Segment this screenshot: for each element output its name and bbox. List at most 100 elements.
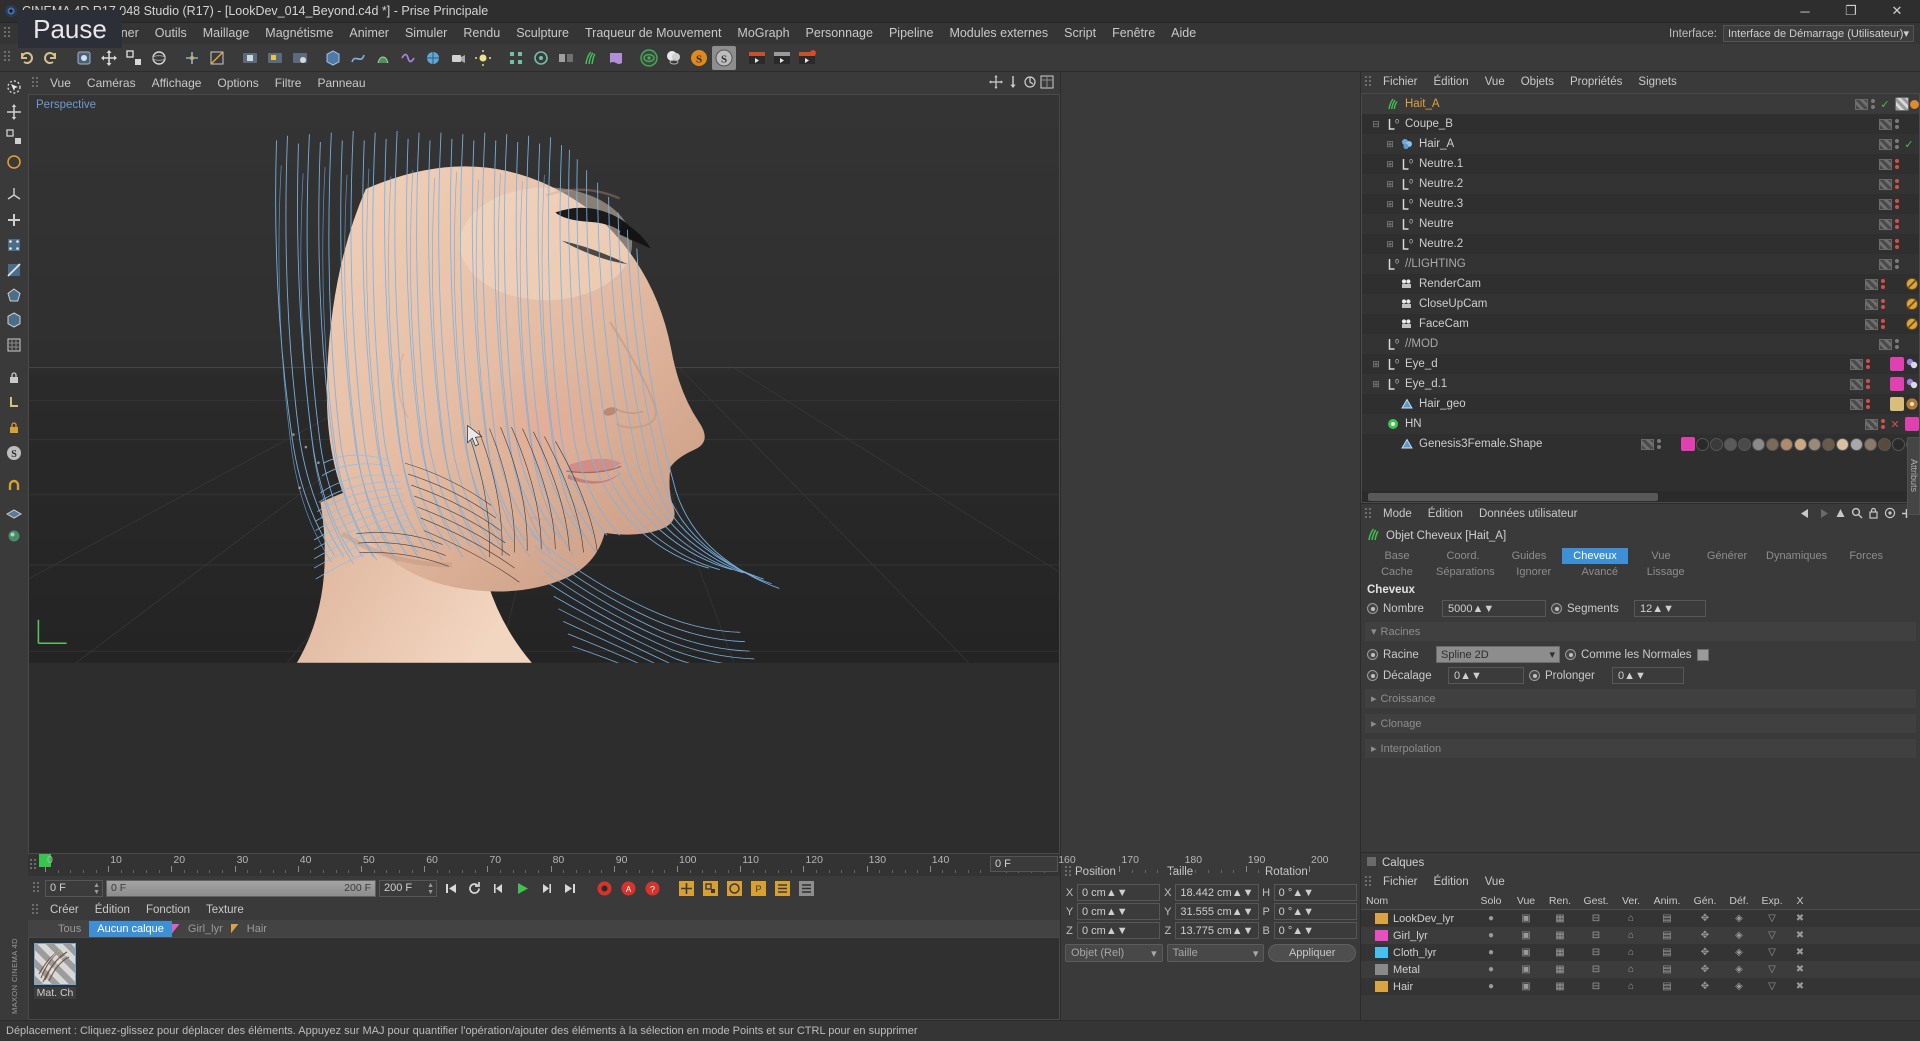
visibility-dot[interactable] (1895, 265, 1899, 269)
mograph-icon[interactable] (504, 46, 528, 70)
object-manager-hscrollbar[interactable] (1362, 491, 1919, 502)
layer-row[interactable]: Cloth_lyr●▣▦⊟⌂▤✥◈▽✖ (1361, 944, 1920, 961)
menu-item-sculpture[interactable]: Sculpture (508, 23, 577, 44)
material-tag[interactable] (1794, 438, 1807, 451)
layer-color-swatch[interactable] (1375, 964, 1388, 975)
attr-tab-cache[interactable]: Cache (1364, 564, 1430, 580)
loop-button[interactable] (464, 878, 485, 899)
material-tag[interactable] (1780, 438, 1793, 451)
om-menu-objets[interactable]: Objets (1513, 72, 1562, 93)
visibility-toggle[interactable] (1879, 339, 1892, 350)
size-y-input[interactable]: 31.555 cm▲▼ (1175, 903, 1258, 920)
size-z-input[interactable]: 13.775 cm▲▼ (1175, 922, 1258, 939)
timeline-range-slider[interactable]: 0 F 200 F (106, 880, 376, 897)
material-tab-aucun-calque[interactable]: Aucun calque (89, 921, 172, 937)
attr-menu-donnees-utilisateur[interactable]: Données utilisateur (1471, 504, 1585, 525)
timeline-track[interactable]: 0102030405060708090100110120130140150160… (39, 854, 1060, 876)
take-system-icon[interactable] (745, 46, 769, 70)
menu-item-animer[interactable]: Animer (341, 23, 397, 44)
rotation-key-button[interactable] (724, 878, 745, 899)
material-tag[interactable] (1752, 438, 1765, 451)
environment-icon[interactable] (421, 46, 445, 70)
record-keyframe-button[interactable] (594, 878, 615, 899)
spinner-icon[interactable]: ▲▼ (1106, 925, 1128, 937)
material-menu-fonction[interactable]: Fonction (138, 900, 198, 920)
select-live-icon[interactable] (72, 46, 96, 70)
spinner-icon[interactable]: ▲▼ (427, 882, 434, 896)
visibility-dots[interactable] (1868, 99, 1878, 109)
visibility-toggle[interactable] (1879, 139, 1892, 150)
om-menu-edition[interactable]: Édition (1426, 72, 1477, 93)
coordinate-size-dropdown[interactable]: Taille ▾ (1167, 944, 1265, 962)
menu-item-aide[interactable]: Aide (1163, 23, 1204, 44)
visibility-toggle[interactable] (1879, 219, 1892, 230)
visibility-dot[interactable] (1871, 99, 1875, 103)
minimize-button[interactable]: ─ (1782, 0, 1828, 23)
nav-back-icon[interactable] (1799, 508, 1812, 522)
take-add-icon[interactable] (770, 46, 794, 70)
spinner-icon[interactable]: ▲▼ (1106, 906, 1128, 918)
layer-toggle-anim[interactable]: ▤ (1647, 964, 1687, 975)
layer-grip-icon[interactable] (1361, 872, 1375, 893)
object-list[interactable]: Hait_A✓⊟0Coupe_B⊞Hair_A✓⊞0Neutre.1⊞0Neut… (1362, 94, 1919, 491)
position-x-input[interactable]: 0 cm▲▼ (1077, 884, 1160, 901)
layer-row[interactable]: Hair●▣▦⊟⌂▤✥◈▽✖ (1361, 978, 1920, 995)
layer-toggle-df[interactable]: ◈ (1723, 947, 1755, 958)
visibility-dot[interactable] (1895, 245, 1899, 249)
layer-toggle-solo[interactable]: ● (1473, 981, 1509, 992)
attr-menu-mode[interactable]: Mode (1375, 504, 1420, 525)
tree-expander[interactable]: ⊞ (1382, 239, 1398, 250)
render-view-icon[interactable] (238, 46, 262, 70)
object-name[interactable]: Neutre.2 (1419, 178, 1463, 190)
tree-expander[interactable]: ⊞ (1368, 359, 1384, 370)
material-tag[interactable] (1738, 438, 1751, 451)
layer-toggle-ver[interactable]: ⌂ (1615, 981, 1647, 992)
om-menu-fichier[interactable]: Fichier (1375, 72, 1426, 93)
visibility-dot[interactable] (1895, 339, 1899, 343)
object-row[interactable]: ⊞0Eye_d (1362, 354, 1919, 374)
visibility-dot[interactable] (1881, 285, 1885, 289)
go-to-end-button[interactable] (560, 878, 581, 899)
object-tag-no-render[interactable] (1905, 277, 1919, 291)
object-tag-mat[interactable] (1905, 357, 1919, 371)
om-menu-proprietes[interactable]: Propriétés (1562, 72, 1630, 93)
layer-toggle-gest[interactable]: ⊟ (1577, 930, 1615, 941)
segments-input[interactable]: 12 ▲▼ (1634, 600, 1706, 617)
axis-world-icon[interactable] (180, 46, 204, 70)
take-render-icon[interactable] (795, 46, 819, 70)
redo-icon[interactable] (39, 46, 63, 70)
menu-item-maillage[interactable]: Maillage (195, 23, 258, 44)
move-tool-icon[interactable] (97, 46, 121, 70)
material-tag[interactable] (1864, 438, 1877, 451)
visibility-dot[interactable] (1895, 125, 1899, 129)
rotate-icon[interactable] (2, 150, 26, 174)
layer-toggle-solo[interactable]: ● (1473, 947, 1509, 958)
layer-toggle-ver[interactable]: ⌂ (1615, 964, 1647, 975)
visibility-dots[interactable] (1892, 259, 1902, 269)
layer-name[interactable]: Hair (1393, 981, 1413, 993)
position-key-button[interactable] (676, 878, 697, 899)
spinner-icon[interactable]: ▲▼ (1232, 887, 1254, 899)
edge-mode-icon[interactable] (2, 258, 26, 282)
layer-toggle-vue[interactable]: ▣ (1509, 981, 1543, 992)
tree-expander[interactable]: ⊞ (1368, 379, 1384, 390)
tree-expander[interactable]: ⊟ (1368, 119, 1384, 130)
prolonger-radio-icon[interactable] (1529, 670, 1540, 681)
visibility-dot[interactable] (1895, 145, 1899, 149)
keyframe-selection-button[interactable]: ? (642, 878, 663, 899)
visibility-dot[interactable] (1657, 439, 1661, 443)
layer-toggle-anim[interactable]: ▤ (1647, 981, 1687, 992)
attr-tab-ignorer[interactable]: Ignorer (1501, 564, 1567, 580)
decalage-radio-icon[interactable] (1367, 670, 1378, 681)
visibility-dot[interactable] (1895, 219, 1899, 223)
visibility-toggle[interactable] (1879, 119, 1892, 130)
object-tag-mats-long[interactable] (1696, 438, 1919, 451)
layer-name-cell[interactable]: Hair (1361, 981, 1473, 993)
visibility-dots[interactable] (1863, 359, 1873, 369)
normales-checkbox[interactable] (1697, 649, 1709, 661)
go-to-start-button[interactable] (440, 878, 461, 899)
visibility-dot[interactable] (1881, 425, 1885, 429)
object-tag-mat[interactable] (1905, 377, 1919, 391)
attr-tab-forces[interactable]: Forces (1833, 548, 1899, 564)
object-manager-grip-icon[interactable] (1361, 72, 1375, 93)
